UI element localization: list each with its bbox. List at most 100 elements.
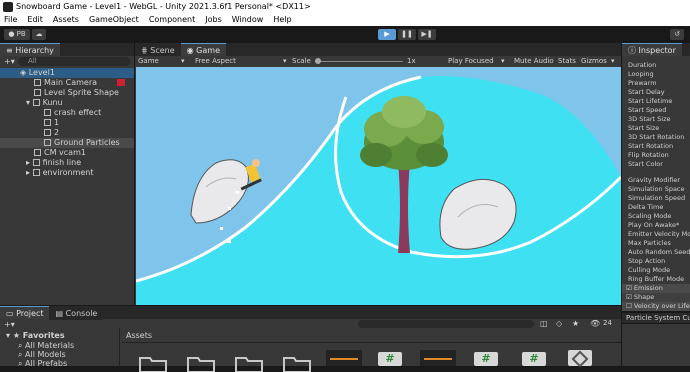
folder-icon[interactable]	[282, 354, 312, 372]
inspector-row[interactable]: Play On Awake*	[628, 221, 679, 230]
inspector-row[interactable]: Start Speed	[628, 106, 666, 115]
inspector-row[interactable]: Start Size	[628, 124, 659, 133]
hierarchy-item-level1[interactable]: ◈ Level1	[0, 68, 134, 78]
audio-clip-icon[interactable]	[420, 350, 456, 366]
account-button[interactable]: ● PB	[4, 29, 30, 40]
inspector-row[interactable]: Start Rotation	[628, 142, 673, 151]
cloud-icon: ☁	[35, 30, 43, 38]
step-button[interactable]: ▶❚	[418, 29, 436, 40]
inspector-row[interactable]: 3D Start Size	[628, 115, 671, 124]
inspector-row[interactable]: Start Lifetime	[628, 97, 672, 106]
gameobject-icon	[34, 149, 41, 156]
gizmos-dropdown[interactable]: Gizmos	[581, 56, 607, 67]
game-toolbar: Game ▾ Free Aspect ▾ Scale 1x Play Focus…	[135, 56, 621, 67]
scale-label: Scale	[292, 57, 311, 65]
hierarchy-item-level-sprite-shape[interactable]: Level Sprite Shape	[34, 88, 119, 98]
menu-edit[interactable]: Edit	[27, 14, 43, 26]
csharp-script-icon[interactable]: #	[522, 352, 546, 366]
aspect-dropdown[interactable]: Free Aspect	[195, 56, 236, 67]
particle-curves-header: Particle System Curves	[622, 313, 690, 323]
play-button[interactable]: ▶	[378, 29, 396, 40]
menu-help[interactable]: Help	[273, 14, 291, 26]
tab-hierarchy[interactable]: ≡ Hierarchy	[0, 43, 60, 56]
checkbox-icon[interactable]: ☑	[626, 293, 634, 301]
stats-toggle[interactable]: Stats	[558, 56, 576, 67]
inspector-row[interactable]: Culling Mode	[628, 266, 670, 275]
inspector-row[interactable]: Delta Time	[628, 203, 663, 212]
inspector-row[interactable]: Prewarm	[628, 79, 657, 88]
inspector-row[interactable]: Emitter Velocity Mode	[628, 230, 690, 239]
favorites-header[interactable]: ▾ ★ Favorites	[6, 331, 65, 340]
menu-file[interactable]: File	[4, 14, 17, 26]
inspector-row[interactable]: Scaling Mode	[628, 212, 671, 221]
project-search-input[interactable]	[358, 320, 534, 328]
history-button[interactable]: ↺	[670, 29, 684, 40]
inspector-row[interactable]: Simulation Space	[628, 185, 685, 194]
filter-icon[interactable]: ◫	[540, 319, 548, 328]
hierarchy-item-ground-particles[interactable]: Ground Particles	[0, 138, 134, 148]
gameobject-icon	[44, 109, 51, 116]
star-icon[interactable]: ★	[572, 319, 579, 328]
label-icon[interactable]: ◇	[556, 319, 562, 328]
folder-icon[interactable]	[234, 354, 264, 372]
inspector-row[interactable]: Max Particles	[628, 239, 671, 248]
game-viewport[interactable]	[136, 67, 621, 305]
hierarchy-item-finish-line[interactable]: ▸ finish line	[26, 158, 81, 168]
tab-inspector[interactable]: ⓘ Inspector	[622, 43, 682, 56]
inspector-row[interactable]: Flip Rotation	[628, 151, 669, 160]
hierarchy-item-main-camera[interactable]: Main Camera	[34, 78, 97, 88]
checkbox-icon[interactable]: ☑	[626, 284, 634, 292]
tab-game[interactable]: ◉ Game	[180, 43, 226, 56]
inspector-row[interactable]: Looping	[628, 70, 654, 79]
menu-assets[interactable]: Assets	[53, 14, 79, 26]
csharp-script-icon[interactable]: #	[474, 352, 498, 366]
inspector-row[interactable]: Auto Random Seed	[628, 248, 690, 257]
inspector-row[interactable]: Simulation Speed	[628, 194, 685, 203]
inspector-row[interactable]: Gravity Modifier	[628, 176, 680, 185]
inspector-row[interactable]: 3D Start Rotation	[628, 133, 684, 142]
checkbox-icon[interactable]: ☐	[626, 302, 634, 310]
inspector-row[interactable]: Ring Buffer Mode	[628, 275, 684, 284]
cloud-button[interactable]: ☁	[32, 29, 46, 40]
display-dropdown[interactable]: Game	[138, 56, 159, 67]
scale-slider-track[interactable]	[315, 61, 403, 62]
hierarchy-item-cm-vcam1[interactable]: CM vcam1	[34, 148, 86, 158]
csharp-script-icon[interactable]: #	[378, 352, 402, 366]
game-icon: ◉	[186, 46, 197, 55]
inspector-row[interactable]: Start Color	[628, 160, 663, 169]
hierarchy-item-environment[interactable]: ▸ environment	[26, 168, 94, 178]
module-velocity[interactable]: ☐ Velocity over Lifetime	[622, 302, 690, 311]
tab-project[interactable]: ▭ Project	[0, 306, 50, 319]
hierarchy-search-input[interactable]: All	[18, 57, 130, 66]
hierarchy-item-2[interactable]: 2	[44, 128, 59, 138]
tab-console[interactable]: ▤ Console	[49, 307, 104, 320]
menu-gameobject[interactable]: GameObject	[89, 14, 139, 26]
prefab-icon[interactable]	[568, 350, 592, 368]
assets-breadcrumb[interactable]: Assets	[126, 331, 152, 340]
play-mode-dropdown[interactable]: Play Focused	[448, 56, 494, 67]
menu-window[interactable]: Window	[232, 14, 264, 26]
visibility-icon[interactable]: 👁	[590, 319, 600, 328]
inspector-row[interactable]: Duration	[628, 61, 656, 70]
mute-audio-toggle[interactable]: Mute Audio	[514, 56, 554, 67]
search-icon: ⌕	[18, 350, 26, 359]
inspector-row[interactable]: Stop Action	[628, 257, 665, 266]
hierarchy-item-1[interactable]: 1	[44, 118, 59, 128]
scale-slider-handle[interactable]	[315, 58, 321, 64]
pause-button[interactable]: ❚❚	[398, 29, 416, 40]
hierarchy-item-kunu[interactable]: ▾ Kunu	[26, 98, 63, 108]
menu-component[interactable]: Component	[149, 14, 195, 26]
module-emission[interactable]: ☑ Emission	[622, 284, 690, 293]
hierarchy-item-crash-effect[interactable]: crash effect	[44, 108, 101, 118]
add-icon[interactable]: +▾	[4, 57, 15, 66]
inspector-row[interactable]: Start Delay	[628, 88, 665, 97]
folder-icon[interactable]	[186, 354, 216, 372]
module-shape[interactable]: ☑ Shape	[622, 293, 690, 302]
game-panel: ⋕ Scene ◉ Game Game ▾ Free Aspect ▾ Scale…	[135, 43, 621, 305]
unity-icon: ◈	[20, 68, 29, 77]
folder-icon[interactable]	[138, 354, 168, 372]
audio-clip-icon[interactable]	[326, 350, 362, 366]
curve-editor-area[interactable]	[622, 324, 690, 366]
menu-jobs[interactable]: Jobs	[205, 14, 222, 26]
favorite-all-prefabs[interactable]: ⌕ All Prefabs	[18, 359, 67, 369]
